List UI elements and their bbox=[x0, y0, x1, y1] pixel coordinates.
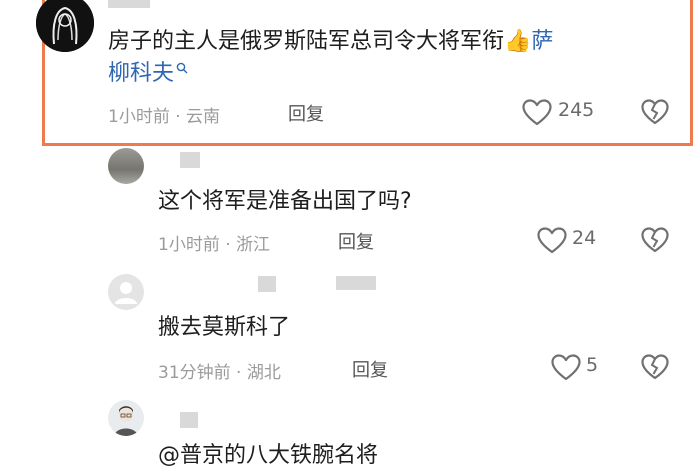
comment-meta: 1小时前 · 浙江 bbox=[158, 230, 270, 255]
location: 浙江 bbox=[236, 235, 271, 255]
comment-text: @普京的八大铁腕名将 bbox=[158, 443, 379, 468]
like-count: 245 bbox=[558, 99, 595, 121]
broken-heart-icon[interactable] bbox=[641, 99, 669, 125]
reply-button[interactable]: 回复 bbox=[352, 356, 388, 382]
like-count: 24 bbox=[572, 227, 597, 249]
username[interactable] bbox=[108, 0, 150, 8]
heart-icon[interactable] bbox=[522, 99, 552, 126]
location: 湖北 bbox=[246, 363, 281, 383]
username-2[interactable] bbox=[336, 276, 376, 290]
entity-link[interactable]: 萨 bbox=[531, 29, 553, 54]
time: 1小时前 bbox=[158, 235, 220, 255]
separator: · bbox=[225, 235, 231, 255]
username[interactable] bbox=[258, 276, 276, 292]
avatar[interactable] bbox=[108, 148, 144, 184]
comment-text: 搬去莫斯科了 bbox=[158, 315, 291, 340]
time: 31分钟前 bbox=[158, 363, 231, 383]
like-count: 5 bbox=[586, 354, 599, 376]
reply-button[interactable]: 回复 bbox=[288, 100, 324, 126]
reply-button[interactable]: 回复 bbox=[338, 228, 374, 254]
default-avatar-icon[interactable] bbox=[108, 274, 144, 310]
thumbs-up-icon: 👍 bbox=[504, 29, 532, 54]
separator: · bbox=[175, 107, 181, 127]
location: 云南 bbox=[186, 107, 221, 127]
heart-icon[interactable] bbox=[537, 227, 567, 254]
separator: · bbox=[236, 363, 242, 383]
heart-icon[interactable] bbox=[551, 354, 581, 381]
comment-meta: 1小时前 · 云南 bbox=[108, 102, 220, 127]
comment-text-main: 房子的主人是俄罗斯陆军总司令大将军衔 bbox=[108, 29, 505, 54]
entity-link-2[interactable]: 柳科夫 bbox=[108, 61, 174, 86]
comment-text: 这个将军是准备出国了吗? bbox=[158, 189, 412, 214]
comment-text-line2: 柳科夫 bbox=[108, 58, 188, 90]
broken-heart-icon[interactable] bbox=[641, 227, 669, 253]
comment-text: 房子的主人是俄罗斯陆军总司令大将军衔👍萨 bbox=[108, 26, 668, 58]
username[interactable] bbox=[180, 152, 200, 168]
username[interactable] bbox=[180, 412, 198, 428]
broken-heart-icon[interactable] bbox=[641, 354, 669, 380]
avatar[interactable] bbox=[108, 400, 144, 436]
search-icon[interactable] bbox=[176, 62, 188, 74]
comment-meta: 31分钟前 · 湖北 bbox=[158, 358, 281, 383]
time: 1小时前 bbox=[108, 107, 170, 127]
